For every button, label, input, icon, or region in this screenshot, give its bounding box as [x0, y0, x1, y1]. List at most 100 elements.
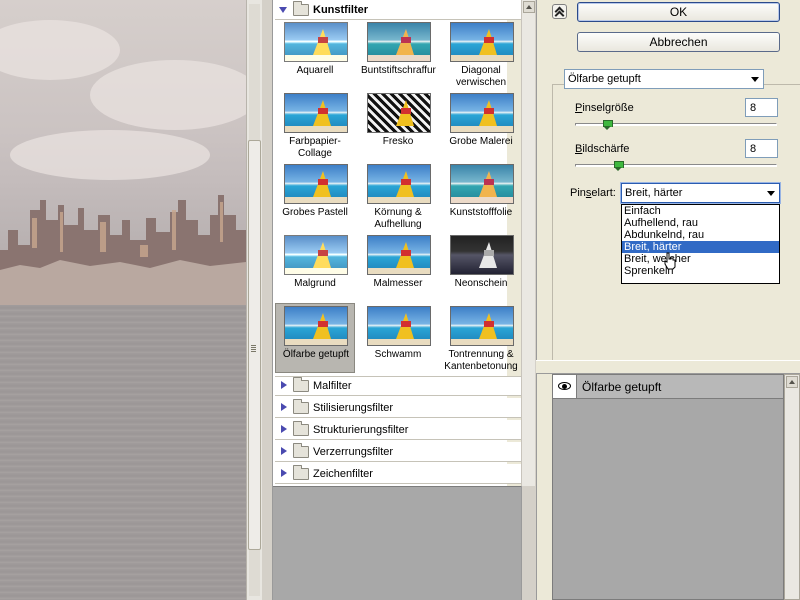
filter-preview-image: [450, 164, 514, 204]
filter-thumb-neonschein[interactable]: Neonschein: [444, 233, 518, 303]
effect-layers-list: Ölfarbe getupft: [552, 374, 784, 600]
filter-preview-image: [284, 164, 348, 204]
filter-label: Malmesser: [373, 278, 423, 289]
brush-size-input[interactable]: 8: [745, 98, 778, 117]
collapsed-triangle-icon: [275, 442, 289, 462]
brush-type-value: Breit, härter: [625, 187, 683, 199]
option-abdunkelnd-rau[interactable]: Abdunkelnd, rau: [622, 229, 779, 241]
category-kunstfilter[interactable]: Kunstfilter: [275, 0, 521, 20]
filter-thumb-farbpapier-collage[interactable]: Farbpapier-Collage: [278, 91, 352, 161]
category-verzerrungsfilter[interactable]: Verzerrungsfilter: [275, 442, 521, 462]
brush-type-label: Pinselart:: [570, 187, 616, 199]
option-sprenkeln[interactable]: Sprenkeln: [622, 265, 779, 277]
filter-select[interactable]: Ölfarbe getupft: [564, 69, 764, 89]
collapsed-triangle-icon: [275, 398, 289, 418]
filter-gallery: Kunstfilter Aquarell Buntstiftschraffur …: [272, 0, 535, 600]
filter-label: Aquarell: [296, 65, 334, 76]
filter-label: Ölfarbe getupft: [282, 349, 350, 360]
preview-scrollbar[interactable]: [246, 0, 262, 600]
filter-label: Grobe Malerei: [449, 136, 513, 147]
category-label: Kunstfilter: [313, 3, 368, 16]
cancel-button[interactable]: Abbrechen: [577, 32, 780, 52]
filter-preview-image: [367, 22, 431, 62]
filter-thumb-buntstiftschraffur[interactable]: Buntstiftschraffur: [361, 20, 436, 90]
filter-thumb-oelfarbe-getupft[interactable]: Ölfarbe getupft: [275, 303, 355, 373]
gallery-scrollbar[interactable]: [521, 0, 535, 486]
category-label: Strukturierungsfilter: [313, 423, 409, 436]
category-label: Malfilter: [313, 380, 352, 392]
filter-thumb-tontrennung[interactable]: Tontrennung & Kantenbetonung: [444, 304, 518, 374]
brush-size-label: Pinselgröße: [575, 102, 634, 114]
filter-thumb-malmesser[interactable]: Malmesser: [361, 233, 435, 303]
filter-preview-image: [367, 93, 431, 133]
category-label: Verzerrungsfilter: [313, 445, 394, 458]
sharpness-label: Bildschärfe: [575, 143, 630, 155]
filter-select-value: Ölfarbe getupft: [568, 73, 641, 85]
filter-preview-image: [367, 164, 431, 204]
filter-thumb-aquarell[interactable]: Aquarell: [278, 20, 352, 90]
folder-icon: [293, 398, 309, 414]
filter-label: Diagonal verwischen: [455, 65, 507, 88]
preview-skyline: [0, 195, 246, 310]
category-zeichenfilter[interactable]: Zeichenfilter: [275, 464, 521, 484]
category-stilisierungsfilter[interactable]: Stilisierungsfilter: [275, 398, 521, 418]
eye-icon: [558, 382, 571, 390]
layers-scrollbar[interactable]: [784, 374, 800, 600]
option-breit-weicher[interactable]: Breit, weicher: [622, 253, 779, 265]
sharpness-slider-thumb[interactable]: [614, 161, 625, 171]
category-strukturierungsfilter[interactable]: Strukturierungsfilter: [275, 420, 521, 440]
dropdown-arrow-icon: [767, 191, 775, 196]
expanded-triangle-icon: [275, 0, 289, 20]
effect-layer-row[interactable]: Ölfarbe getupft: [553, 375, 783, 399]
filter-preview-image: [367, 235, 431, 275]
filter-thumb-grobes-pastell[interactable]: Grobes Pastell: [278, 162, 352, 232]
filter-preview-image: [367, 306, 431, 346]
folder-icon: [293, 377, 309, 392]
filter-thumb-diagonal-verwischen[interactable]: Diagonal verwischen: [444, 20, 518, 90]
filter-thumb-fresko[interactable]: Fresko: [361, 91, 435, 161]
filter-label: Farbpapier-Collage: [289, 136, 341, 159]
filter-preview-image: [284, 306, 348, 346]
filter-thumb-schwamm[interactable]: Schwamm: [361, 304, 435, 374]
filter-thumb-malgrund[interactable]: Malgrund: [278, 233, 352, 303]
filter-preview-image: [450, 93, 514, 133]
option-einfach[interactable]: Einfach: [622, 205, 779, 217]
preview-cloud: [90, 60, 246, 130]
filter-label: Tontrennung & Kantenbetonung: [444, 349, 518, 372]
hand-cursor-icon: [664, 252, 676, 270]
sharpness-input[interactable]: 8: [745, 139, 778, 158]
visibility-toggle[interactable]: [553, 375, 577, 398]
collapsed-triangle-icon: [275, 420, 289, 440]
filter-preview-image: [284, 22, 348, 62]
option-breit-haerter[interactable]: Breit, härter: [622, 241, 779, 253]
sharpness-slider[interactable]: [575, 164, 777, 167]
category-malfilter[interactable]: Malfilter: [275, 376, 521, 396]
brush-type-dropdown-list: Einfach Aufhellend, rau Abdunkelnd, rau …: [621, 204, 780, 284]
folder-icon: [293, 420, 309, 436]
category-label: Stilisierungsfilter: [313, 401, 394, 414]
filter-thumb-grobe-malerei[interactable]: Grobe Malerei: [444, 91, 518, 161]
filter-label: Körnung & Aufhellung: [374, 207, 422, 230]
filter-thumb-kunststofffolie[interactable]: Kunststofffolie: [444, 162, 518, 232]
scrollbar-grip-icon: [251, 345, 256, 352]
scroll-up-arrow-icon[interactable]: [786, 376, 798, 388]
brush-type-select[interactable]: Breit, härter: [621, 183, 780, 203]
collapsed-triangle-icon: [275, 464, 289, 484]
preview-water: [0, 305, 246, 600]
collapse-gallery-button[interactable]: [552, 4, 567, 21]
effect-layer-label: Ölfarbe getupft: [582, 379, 662, 394]
ok-button[interactable]: OK: [577, 2, 780, 22]
filter-label: Malgrund: [294, 278, 336, 289]
filter-label: Neonschein: [454, 278, 508, 289]
image-preview[interactable]: [0, 0, 246, 600]
dropdown-arrow-icon: [751, 77, 759, 82]
scroll-up-arrow-icon[interactable]: [523, 1, 535, 13]
filter-preview-image: [450, 306, 514, 346]
filter-thumb-koernung-aufhellung[interactable]: Körnung & Aufhellung: [361, 162, 435, 232]
folder-icon: [293, 464, 309, 480]
filter-preview-image: [284, 235, 348, 275]
filter-label: Fresko: [382, 136, 414, 147]
preview-cloud: [0, 20, 120, 80]
option-aufhellend-rau[interactable]: Aufhellend, rau: [622, 217, 779, 229]
brush-size-slider-thumb[interactable]: [603, 120, 614, 130]
